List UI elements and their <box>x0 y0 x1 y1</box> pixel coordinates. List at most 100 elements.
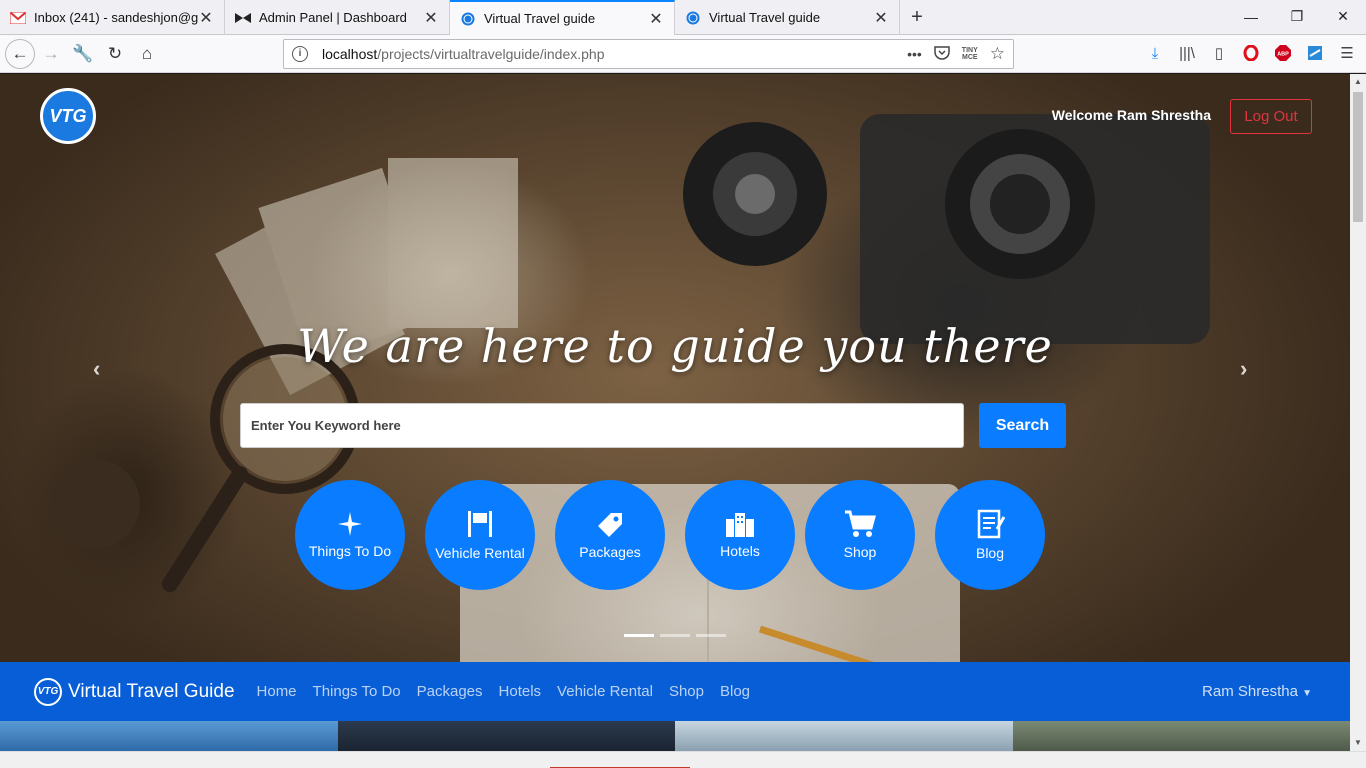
scroll-up-icon[interactable]: ▲ <box>1350 74 1366 90</box>
horizontal-scrollbar[interactable] <box>0 751 1366 768</box>
scroll-down-icon[interactable]: ▼ <box>1350 735 1366 751</box>
scrollbar-thumb[interactable] <box>1353 92 1363 222</box>
nav-link-shop[interactable]: Shop <box>669 683 704 700</box>
browser-toolbar: ← → 🔧 ↻ ⌂ i localhost/projects/virtualtr… <box>0 35 1366 73</box>
gmail-icon <box>10 10 26 26</box>
category-label: Things To Do <box>308 543 392 559</box>
for-rent-icon <box>468 511 492 537</box>
user-dropdown[interactable]: Ram Shrestha ▼ <box>1202 683 1312 700</box>
category-packages[interactable]: Packages <box>555 480 665 590</box>
featured-image[interactable] <box>0 721 338 751</box>
vertical-scrollbar[interactable]: ▲ ▼ <box>1350 74 1366 751</box>
category-buttons: Things To Do Vehicle Rental Packages Hot… <box>0 480 1350 590</box>
caret-down-icon: ▼ <box>1302 688 1312 699</box>
search-input[interactable] <box>240 403 964 448</box>
url-path: /projects/virtualtravelguide/index.php <box>377 46 605 62</box>
navbar-brand[interactable]: VTG Virtual Travel Guide <box>34 677 235 706</box>
site-logo[interactable]: VTG <box>40 88 96 144</box>
welcome-text: Welcome Ram Shrestha <box>1051 107 1211 123</box>
forward-button[interactable]: → <box>35 39 67 69</box>
user-name: Ram Shrestha <box>1202 683 1298 700</box>
tab-title: Virtual Travel guide <box>709 10 821 25</box>
bookmark-star-icon[interactable]: ☆ <box>990 44 1005 64</box>
tinymce-label-top: TINY <box>961 47 978 54</box>
tab-virtual-travel-guide-active[interactable]: Virtual Travel guide ✕ <box>450 0 675 35</box>
nav-link-blog[interactable]: Blog <box>720 683 750 700</box>
nav-link-packages[interactable]: Packages <box>417 683 483 700</box>
category-hotels[interactable]: Hotels <box>685 480 795 590</box>
tab-title: Virtual Travel guide <box>484 11 596 26</box>
nav-links: Home Things To Do Packages Hotels Vehicl… <box>257 683 751 700</box>
carousel-indicator[interactable] <box>696 634 726 637</box>
abp-label: ABP <box>1277 52 1289 58</box>
home-button[interactable]: ⌂ <box>131 39 163 69</box>
category-label: Hotels <box>720 543 760 559</box>
url-host: localhost <box>322 46 378 62</box>
category-label: Packages <box>579 544 641 560</box>
carousel-indicator[interactable] <box>660 634 690 637</box>
reload-button[interactable]: ↻ <box>99 39 131 69</box>
tag-icon <box>598 513 622 537</box>
nav-link-home[interactable]: Home <box>257 683 297 700</box>
close-icon[interactable]: ✕ <box>873 8 889 28</box>
search-button[interactable]: Search <box>979 403 1066 448</box>
menu-icon[interactable]: ☰ <box>1334 39 1360 67</box>
category-label: Vehicle Rental <box>435 545 525 561</box>
pocket-icon[interactable] <box>934 45 950 63</box>
tab-virtual-travel-guide[interactable]: Virtual Travel guide ✕ <box>675 0 900 35</box>
hero-headline: We are here to guide you there <box>297 319 1053 373</box>
vtg-icon <box>685 10 701 26</box>
building-icon <box>726 513 754 537</box>
browser-extensions: ⤓ |||\ ▯ ABP ☰ <box>1142 39 1360 67</box>
tinymce-label-bottom: MCE <box>961 54 978 61</box>
featured-images-strip <box>0 721 1350 751</box>
screenshot-extension-icon[interactable] <box>1302 39 1328 67</box>
blog-icon <box>977 509 1005 539</box>
back-button[interactable]: ← <box>5 38 35 69</box>
category-things-to-do[interactable]: Things To Do <box>295 480 405 590</box>
tinymce-icon[interactable]: TINY MCE <box>962 47 978 61</box>
more-actions-icon[interactable]: ••• <box>907 46 922 62</box>
carousel-indicator[interactable] <box>624 634 654 637</box>
category-label: Shop <box>843 544 877 560</box>
tab-admin-panel[interactable]: Admin Panel | Dashboard ✕ <box>225 0 450 35</box>
window-controls: — ❐ ✕ <box>1228 0 1366 33</box>
category-vehicle-rental[interactable]: Vehicle Rental <box>425 480 535 590</box>
close-icon[interactable]: ✕ <box>198 8 214 28</box>
compass-icon <box>338 512 362 536</box>
nav-link-things-to-do[interactable]: Things To Do <box>313 683 401 700</box>
restore-button[interactable]: ❐ <box>1274 0 1320 33</box>
site-navbar: VTG Virtual Travel Guide Home Things To … <box>0 662 1350 721</box>
close-icon[interactable]: ✕ <box>648 9 664 29</box>
bowtie-icon <box>235 10 251 26</box>
carousel-indicators <box>624 634 726 637</box>
download-icon[interactable]: ⤓ <box>1142 39 1168 67</box>
adblock-plus-icon[interactable]: ABP <box>1270 39 1296 67</box>
url-bar[interactable]: i localhost/projects/virtualtravelguide/… <box>283 39 1014 69</box>
sidebar-icon[interactable]: ▯ <box>1206 39 1232 67</box>
category-blog[interactable]: Blog <box>935 480 1045 590</box>
hero-carousel: VTG Welcome Ram Shrestha Log Out ‹ › We … <box>0 74 1350 662</box>
tab-title: Inbox (241) - sandeshjon@gma <box>34 10 198 25</box>
featured-image[interactable] <box>337 721 675 751</box>
brand-name: Virtual Travel Guide <box>68 680 235 702</box>
nav-link-vehicle-rental[interactable]: Vehicle Rental <box>557 683 653 700</box>
new-tab-button[interactable]: + <box>900 0 934 35</box>
tab-title: Admin Panel | Dashboard <box>259 10 407 25</box>
info-icon[interactable]: i <box>292 46 308 62</box>
library-icon[interactable]: |||\ <box>1174 39 1200 67</box>
close-window-button[interactable]: ✕ <box>1320 0 1366 33</box>
minimize-button[interactable]: — <box>1228 0 1274 33</box>
brand-logo-icon: VTG <box>34 677 62 706</box>
opera-icon[interactable] <box>1238 39 1264 67</box>
close-icon[interactable]: ✕ <box>423 8 439 28</box>
wrench-icon[interactable]: 🔧 <box>67 39 99 69</box>
category-shop[interactable]: Shop <box>805 480 915 590</box>
logout-button[interactable]: Log Out <box>1230 99 1312 134</box>
cart-icon <box>845 510 876 537</box>
featured-image[interactable] <box>1012 721 1350 751</box>
featured-image[interactable] <box>675 721 1013 751</box>
tab-inbox[interactable]: Inbox (241) - sandeshjon@gma ✕ <box>0 0 225 35</box>
nav-link-hotels[interactable]: Hotels <box>499 683 542 700</box>
vtg-icon <box>460 11 476 27</box>
